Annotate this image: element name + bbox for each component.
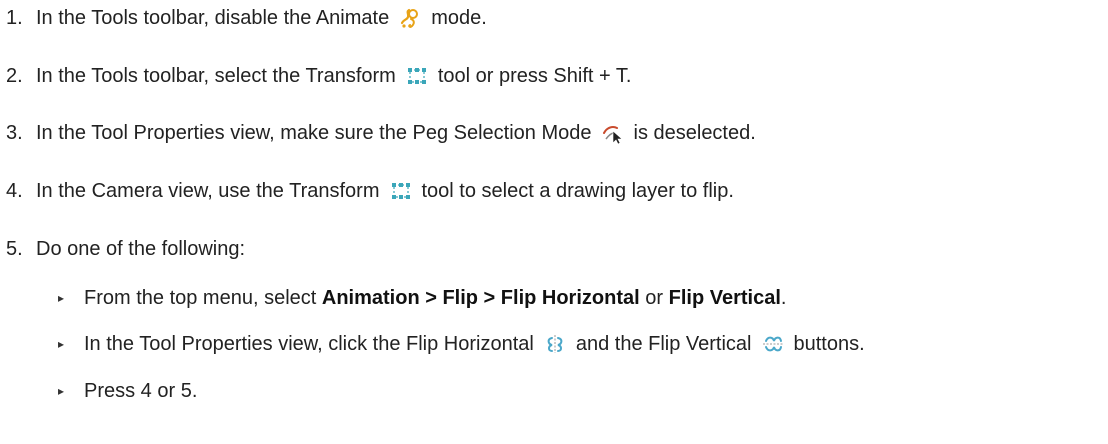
step-2: 2. In the Tools toolbar, select the Trans… — [6, 63, 631, 89]
transform-icon — [388, 179, 414, 203]
step-text: In the Tools toolbar, select the Transfo… — [36, 65, 396, 87]
flip-vertical-icon — [760, 332, 786, 356]
step-text: In the Tool Properties view, make sure t… — [36, 122, 592, 144]
menu-item: Flip Vertical — [668, 287, 781, 309]
bullet-icon: ▸ — [58, 337, 65, 351]
step-5: 5. Do one of the following: — [6, 236, 245, 262]
flip-horizontal-icon — [542, 332, 568, 356]
step-1: 1. In the Tools toolbar, disable the Anim… — [6, 5, 487, 31]
substep-text-end: . — [780, 287, 787, 309]
step-text: In the Tools toolbar, disable the Animat… — [36, 7, 390, 29]
substep-text: In the Tool Properties view, click the F… — [84, 333, 534, 355]
step-number: 4. — [6, 180, 23, 202]
substep-text: Press 4 or 5. — [84, 380, 198, 402]
step-text-end: tool to select a drawing layer to flip. — [421, 180, 734, 202]
step-text: Do one of the following: — [36, 238, 246, 260]
peg-selection-icon — [600, 121, 626, 145]
transform-icon — [404, 64, 430, 88]
step-text-end: mode. — [431, 7, 487, 29]
step-number: 3. — [6, 122, 23, 144]
step-number: 5. — [6, 238, 23, 260]
step-4: 4. In the Camera view, use the Transform … — [6, 178, 734, 204]
step-text-end: tool or press Shift + T. — [437, 65, 632, 87]
substep-1: ▸ From the top menu, select Animation > F… — [58, 285, 786, 311]
substep-text-mid: or — [645, 287, 664, 309]
step-3: 3. In the Tool Properties view, make sure… — [6, 120, 756, 146]
bullet-icon: ▸ — [58, 384, 65, 398]
substep-3: ▸ Press 4 or 5. — [58, 378, 197, 404]
substep-2: ▸ In the Tool Properties view, click the … — [58, 331, 865, 357]
substep-text-mid: and the Flip Vertical — [575, 333, 752, 355]
step-number: 1. — [6, 7, 23, 29]
step-text: In the Camera view, use the Transform — [36, 180, 380, 202]
step-number: 2. — [6, 65, 23, 87]
menu-path: Animation > Flip > Flip Horizontal — [321, 287, 640, 309]
animate-icon — [397, 6, 423, 30]
substep-text-end: buttons. — [793, 333, 865, 355]
bullet-icon: ▸ — [58, 291, 65, 305]
step-text-end: is deselected. — [633, 122, 756, 144]
substep-text: From the top menu, select — [84, 287, 317, 309]
